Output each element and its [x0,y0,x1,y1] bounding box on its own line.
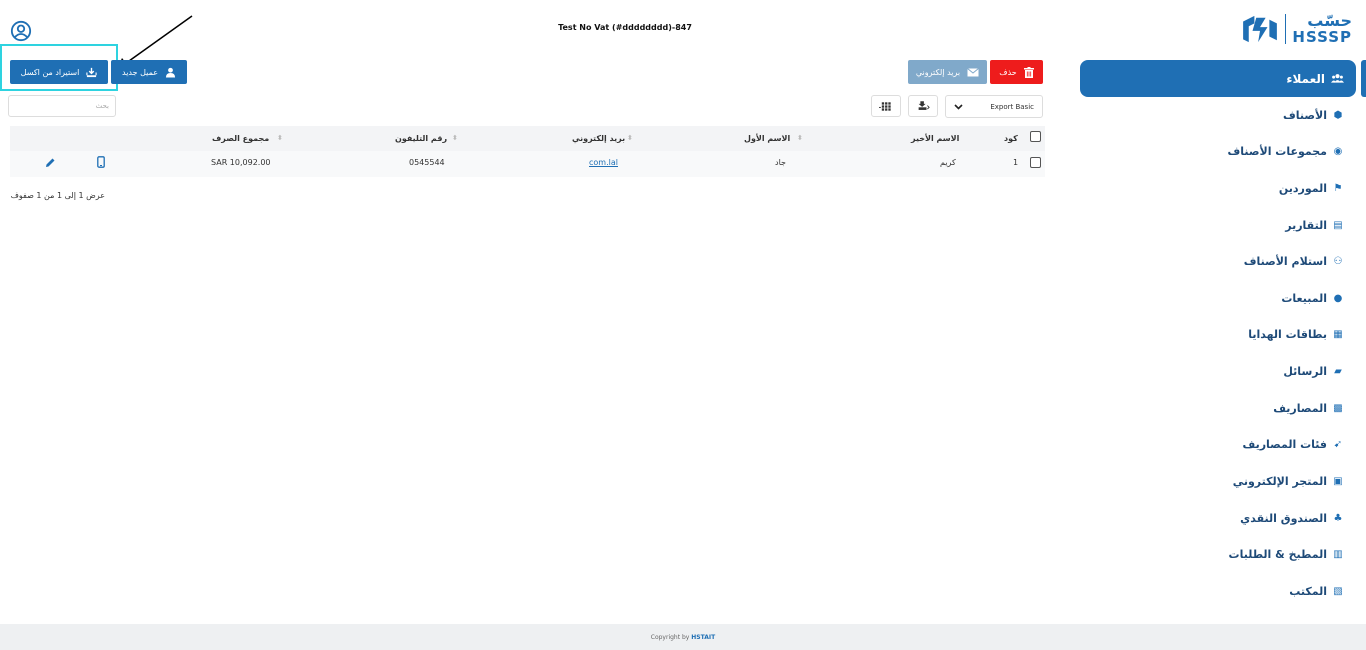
supplier-icon: ⚑ [1333,182,1343,194]
cell-total-spent: SAR 10,092.00 [211,158,271,167]
cash-box-icon: ♣ [1333,512,1343,524]
sidebar-item-label: الرسائل [1283,364,1327,378]
sidebar-item-label: الصندوق النقدي [1240,511,1327,525]
select-all-checkbox[interactable] [1030,131,1041,142]
logo[interactable]: حسّب HSSSP [1241,12,1356,46]
logo-mark-icon [1243,15,1278,43]
column-header-total-spent[interactable]: مجموع الصرف [212,134,269,143]
cell-first-name: جاد [775,158,786,167]
sidebar-item-label: الأصناف [1283,108,1327,122]
expense-category-icon: ➹ [1333,438,1343,450]
sort-icon[interactable]: ⬍ [627,134,633,142]
receive-icon: ⚇ [1333,255,1343,267]
sort-icon[interactable]: ⬍ [277,134,283,142]
message-icon: ▰ [1334,365,1342,377]
footer-brand-link[interactable]: HSTAIT [691,634,715,641]
kitchen-icon: ▥ [1333,548,1343,560]
sidebar-item-label: التقارير [1285,218,1327,232]
sidebar-item-label: المصاريف [1273,401,1327,415]
export-icon [918,101,930,110]
sidebar-item-kitchen-orders[interactable]: المطبخ & الطلبات ▥ [1229,545,1344,563]
logo-divider [1285,14,1287,44]
sidebar-item-label: المتجر الإلكتروني [1232,474,1327,488]
sidebar-item-expense-categories[interactable]: فئات المصاريف ➹ [1242,435,1344,453]
sidebar-item-cash-box[interactable]: الصندوق النقدي ♣ [1240,509,1344,527]
sidebar-item-expenses[interactable]: المصاريف ▩ [1273,399,1344,417]
sidebar-item-label: بطاقات الهدايا [1248,327,1327,341]
envelope-icon [967,67,979,76]
sidebar-item-product-groups[interactable]: مجموعات الأصناف ◉ [1227,142,1344,160]
store-icon: ▣ [1333,475,1343,487]
sidebar-item-reports[interactable]: التقارير ▤ [1285,216,1344,234]
footer: Copyright by HSTAIT [0,624,1366,650]
export-select-value: Export Basic [990,102,1034,111]
cell-code: 1 [1013,158,1019,167]
sidebar-item-label: المكتب [1289,584,1327,598]
row-checkbox[interactable] [1030,157,1041,168]
delete-label: حذف [999,67,1017,77]
table-row[interactable] [10,151,1045,177]
company-name: Test No Vat (#dddddddd)-847 [558,23,692,32]
sidebar-item-online-store[interactable]: المتجر الإلكتروني ▣ [1233,472,1344,490]
users-icon [1331,74,1344,83]
sidebar-item-label: استلام الأصناف [1243,254,1327,268]
logo-arabic-text: حسّب [1307,11,1352,30]
column-header-email[interactable]: بريد إلكتروني [572,134,625,143]
user-account-icon[interactable] [10,20,32,42]
sidebar-item-products[interactable]: الأصناف ⬢ [1283,106,1344,124]
sidebar-item-office[interactable]: المكتب ▧ [1289,582,1344,600]
user-icon [165,67,176,78]
sidebar-item-label: مجموعات الأصناف [1227,144,1327,158]
sales-icon: ● [1333,292,1343,304]
sidebar-item-label: المبيعات [1281,291,1327,305]
sidebar-item-label: المطبخ & الطلبات [1228,547,1327,561]
column-header-first-name[interactable]: الاسم الأول [744,134,790,143]
office-icon: ▧ [1333,585,1343,597]
email-button[interactable]: بريد إلكتروني [908,60,987,84]
chevron-down-icon [954,103,963,110]
sort-icon[interactable]: ⬍ [452,134,458,142]
trash-icon [1023,66,1034,78]
sidebar-edge-indicator [1361,60,1366,97]
search-input[interactable] [8,95,116,117]
column-header-last-name[interactable]: الاسم الأخير [911,134,959,143]
column-header-phone[interactable]: رقم التليفون [395,134,447,143]
sidebar-item-sales[interactable]: المبيعات ● [1281,289,1344,307]
delete-button[interactable]: حذف [990,60,1043,84]
column-header-code[interactable]: كود [1004,134,1018,143]
sidebar-item-suppliers[interactable]: الموردين ⚑ [1279,179,1344,197]
logo-english-text: HSSSP [1292,28,1352,46]
edit-pencil-icon[interactable] [45,157,56,168]
cell-phone: 0545544 [409,158,445,167]
expenses-icon: ▩ [1333,402,1343,414]
gift-icon: ▦ [1333,328,1343,340]
sort-icon[interactable]: ⬍ [797,134,803,142]
mobile-phone-icon[interactable] [97,156,105,168]
app-root: حسّب HSSSP العملاء الأصناف ⬢ مجموعات الأ… [0,0,1366,650]
cell-last-name: كريم [940,158,956,167]
footer-copyright-prefix: Copyright by [650,633,690,641]
box-icon: ⬢ [1333,109,1343,121]
sidebar-item-customers[interactable]: العملاء [1080,60,1356,97]
cell-email-link[interactable]: com.lal [589,158,618,167]
pagination-info: عرض 1 إلى 1 من 1 صفوف [10,191,105,200]
sidebar-item-gift-cards[interactable]: بطاقات الهدايا ▦ [1248,325,1344,343]
sidebar-item-label: الموردين [1278,181,1327,195]
sidebar-item-label: فئات المصاريف [1242,437,1327,451]
email-label: بريد إلكتروني [915,67,961,77]
new-customer-button[interactable]: عميل جديد [111,60,187,84]
table-header [10,126,1045,151]
annotation-highlight-box [0,44,118,91]
grid-icon [879,101,891,111]
new-customer-label: عميل جديد [122,67,158,77]
sidebar-item-receive-products[interactable]: استلام الأصناف ⚇ [1244,252,1344,270]
sidebar-item-messages[interactable]: الرسائل ▰ [1283,362,1344,380]
export-button[interactable] [908,95,938,117]
sidebar-item-label: العملاء [1286,71,1325,86]
chart-icon: ▤ [1333,219,1343,231]
circle-grid-icon: ◉ [1333,145,1343,157]
export-type-select[interactable]: Export Basic [945,95,1043,118]
columns-toggle-button[interactable] [871,95,901,117]
